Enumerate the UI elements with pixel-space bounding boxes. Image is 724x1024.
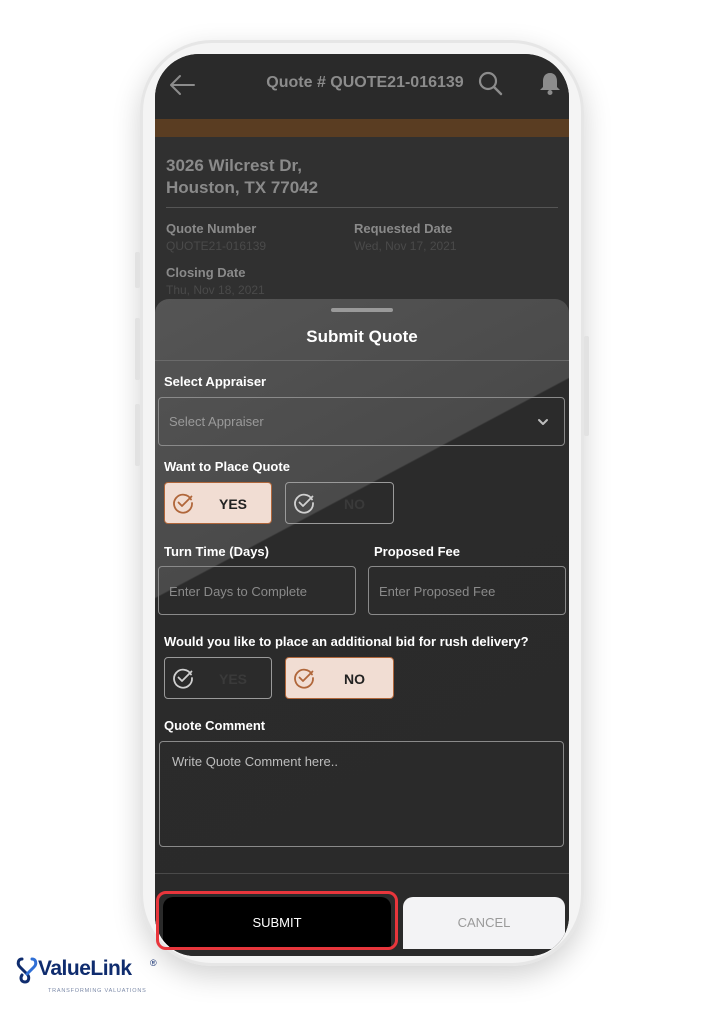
proposed-fee-label: Proposed Fee	[374, 544, 460, 559]
header-accent-bar	[155, 119, 569, 137]
requested-date-value: Wed, Nov 17, 2021	[354, 239, 457, 253]
phone-side-button	[584, 336, 589, 436]
address-line-1: 3026 Wilcrest Dr,	[166, 156, 302, 175]
appraiser-select[interactable]: Select Appraiser	[158, 397, 565, 446]
brand-registered-mark: ®	[150, 958, 157, 968]
quote-comment-textarea[interactable]: Write Quote Comment here..	[159, 741, 564, 847]
turn-time-placeholder: Enter Days to Complete	[169, 584, 308, 599]
back-arrow-icon[interactable]	[167, 70, 197, 100]
quote-comment-label: Quote Comment	[164, 718, 266, 733]
sheet-divider	[155, 360, 569, 361]
brand-name: ValueLink	[38, 957, 132, 980]
closing-date-label: Closing Date	[166, 265, 246, 280]
bell-icon[interactable]	[537, 70, 563, 96]
quote-number-label: Quote Number	[166, 221, 257, 236]
appraiser-label: Select Appraiser	[164, 374, 267, 389]
property-address: 3026 Wilcrest Dr, Houston, TX 77042	[166, 155, 318, 199]
appraiser-select-placeholder: Select Appraiser	[169, 414, 264, 429]
chevron-down-icon	[538, 419, 548, 425]
app-header: Quote # QUOTE21-016139	[155, 54, 569, 119]
place-quote-no-button[interactable]: NO	[285, 482, 394, 524]
quote-number-value: QUOTE21-016139	[166, 239, 267, 253]
valuelink-logo: ValueLink ® TRANSFORMING VALUATIONS	[16, 952, 176, 998]
app-screen: Quote # QUOTE21-016139 3026 Wilcrest Dr,…	[155, 54, 569, 956]
proposed-fee-placeholder: Enter Proposed Fee	[379, 584, 496, 599]
proposed-fee-input[interactable]: Enter Proposed Fee	[368, 566, 566, 615]
rush-no-button[interactable]: NO	[285, 657, 394, 699]
rush-no-label: NO	[344, 671, 365, 687]
page-title: Quote # QUOTE21-016139	[266, 74, 464, 91]
sheet-title: Submit Quote	[306, 327, 418, 346]
submit-highlight-box	[156, 891, 398, 950]
rush-delivery-label: Would you like to place an additional bi…	[164, 634, 529, 649]
search-icon[interactable]	[477, 70, 503, 96]
place-quote-yes-label: YES	[218, 496, 247, 512]
requested-date-label: Requested Date	[354, 221, 453, 236]
phone-side-button	[135, 318, 140, 380]
place-quote-label: Want to Place Quote	[164, 459, 290, 474]
rush-yes-label: YES	[218, 671, 247, 687]
place-quote-no-label: NO	[344, 496, 365, 512]
place-quote-yes-button[interactable]: YES	[164, 482, 272, 524]
valuelink-logo-icon	[16, 957, 38, 984]
phone-side-button	[135, 404, 140, 466]
closing-date-value: Thu, Nov 18, 2021	[166, 283, 265, 297]
turn-time-label: Turn Time (Days)	[164, 544, 269, 559]
property-card: 3026 Wilcrest Dr, Houston, TX 77042 Quot…	[155, 137, 569, 317]
submit-quote-sheet: Submit Quote Select Appraiser Select App…	[155, 299, 569, 956]
phone-side-button	[135, 252, 140, 288]
brand-tagline: TRANSFORMING VALUATIONS	[48, 988, 147, 994]
address-line-2: Houston, TX 77042	[166, 178, 319, 197]
cancel-button[interactable]: CANCEL	[403, 897, 565, 949]
sheet-drag-handle[interactable]	[331, 308, 393, 312]
rush-yes-button[interactable]: YES	[164, 657, 272, 699]
card-divider	[166, 207, 558, 208]
footer-divider	[155, 873, 569, 874]
turn-time-input[interactable]: Enter Days to Complete	[158, 566, 356, 615]
quote-comment-placeholder: Write Quote Comment here..	[172, 754, 338, 769]
